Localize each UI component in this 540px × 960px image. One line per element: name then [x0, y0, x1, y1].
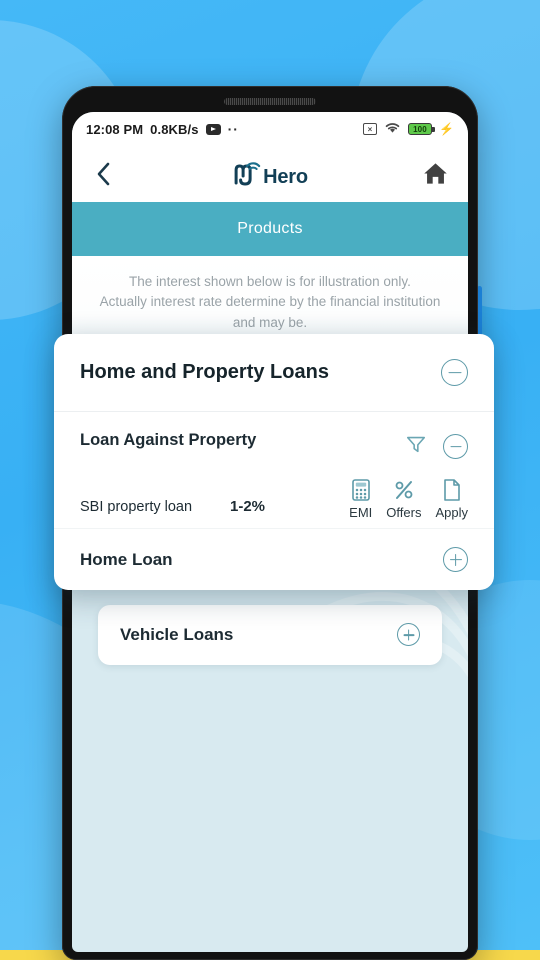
product-name: SBI property loan — [80, 499, 193, 515]
product-actions: EMI Offers Apply — [349, 478, 468, 520]
calculator-icon — [351, 479, 370, 501]
home-icon — [424, 163, 447, 184]
emi-action-button[interactable]: EMI — [349, 478, 372, 520]
sheet-row-title: Home Loan — [80, 549, 173, 569]
minus-circle-icon[interactable] — [443, 434, 468, 459]
sheet-section-loan-against-property: Loan Against Property SBI property loan … — [54, 412, 494, 528]
expanded-accordion-sheet: Home and Property Loans Loan Against Pro… — [54, 334, 494, 590]
chevron-left-icon — [97, 162, 109, 186]
sheet-header-home-and-property-loans[interactable]: Home and Property Loans — [54, 334, 494, 412]
emi-action-label: EMI — [349, 505, 373, 520]
plus-circle-icon[interactable] — [443, 547, 468, 572]
back-button[interactable] — [90, 161, 116, 187]
sheet-row-home-loan[interactable]: Home Loan — [54, 528, 494, 590]
product-interest-rate: 1-2% — [230, 498, 266, 515]
apply-action-button[interactable]: Apply — [435, 478, 468, 520]
youtube-icon — [205, 123, 221, 135]
sheet-section-title: Loan Against Property — [80, 431, 257, 449]
filter-funnel-icon[interactable] — [405, 433, 427, 460]
status-bar: 12:08 PM 0.8KB/s ·· × 100 ⚡ — [72, 112, 468, 146]
app-logo: Hero — [232, 159, 308, 189]
percent-icon — [395, 481, 413, 499]
apply-action-label: Apply — [435, 505, 468, 520]
minus-circle-icon[interactable] — [441, 359, 468, 386]
bolt-icon: ⚡ — [438, 122, 454, 136]
logo-text-hero: Hero — [263, 166, 308, 188]
status-bar-network-speed: 0.8KB/s — [150, 121, 199, 137]
home-button[interactable] — [422, 160, 450, 188]
product-row-sbi-property-loan: SBI property loan 1-2% EMI Offers Apply — [80, 478, 468, 524]
my-monogram-icon — [234, 162, 261, 186]
app-bar: Hero — [72, 146, 468, 202]
document-icon — [444, 479, 461, 501]
status-bar-time: 12:08 PM — [86, 121, 144, 137]
x-box-icon: × — [362, 123, 377, 135]
phone-speaker-grille — [224, 98, 316, 105]
battery-icon: 100 — [407, 123, 435, 135]
offers-action-label: Offers — [386, 505, 422, 520]
sheet-header-title: Home and Property Loans — [80, 361, 329, 383]
wifi-icon — [384, 121, 401, 137]
offers-action-button[interactable]: Offers — [386, 478, 421, 520]
